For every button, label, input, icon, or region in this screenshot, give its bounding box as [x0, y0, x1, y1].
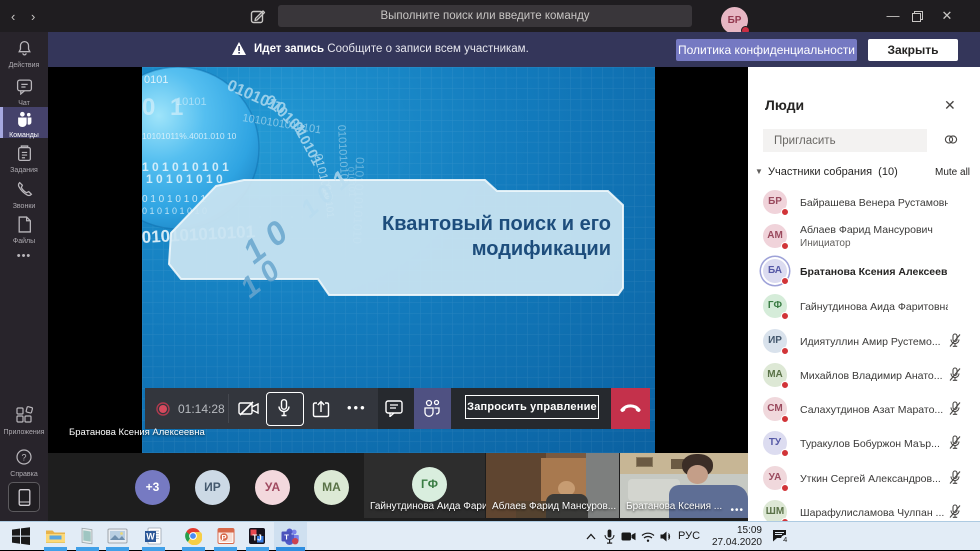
svg-text:1 0 1 0 1 0 1 0: 1 0 1 0 1 0 1 0	[146, 172, 223, 186]
svg-text:10101011%.4001.010 10: 10101011%.4001.010 10	[142, 131, 237, 141]
svg-text:P: P	[221, 533, 226, 542]
svg-text:T: T	[284, 533, 289, 542]
svg-text:0101: 0101	[144, 74, 168, 86]
svg-text:10101: 10101	[176, 96, 207, 108]
svg-text:модификации: модификации	[472, 238, 611, 260]
svg-text:Квантовый поиск и его: Квантовый поиск и его	[382, 213, 611, 235]
svg-text:TJ: TJ	[252, 533, 261, 542]
svg-text:4: 4	[783, 535, 787, 544]
svg-text:0 1 0 1 0 1 0 1: 0 1 0 1 0 1 0 1	[142, 194, 206, 205]
svg-text:W: W	[146, 532, 155, 542]
svg-text:?: ?	[21, 453, 26, 463]
